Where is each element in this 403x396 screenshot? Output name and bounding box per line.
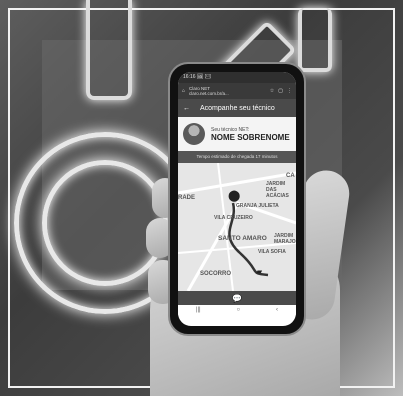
browser-url-bar[interactable]: ⌂ Claro NET claro.net.com.br/a... ☆ ▢ ⋮ [178,83,296,99]
android-nav-bar: ||| ○ ‹ [178,305,296,315]
photo-scene: 16:16 🖼 ✉ ⌂ Claro NET claro.net.com.br/a… [0,0,403,396]
status-bar: 16:16 🖼 ✉ [178,72,296,83]
tabs-icon[interactable]: ▢ [278,88,283,94]
star-icon[interactable]: ☆ [270,88,274,94]
map-label-jardim-marajoara: JARDIM MARAJOARA [274,233,296,245]
home-icon[interactable]: ⌂ [182,88,185,94]
map-label-jardim-acacias: JARDIM DAS ACÁCIAS [266,181,289,199]
technician-avatar [183,123,205,145]
phone-screen: 16:16 🖼 ✉ ⌂ Claro NET claro.net.com.br/a… [178,72,296,326]
technician-name: NOME SOBRENOME [211,132,290,142]
home-button-icon[interactable]: ○ [237,307,241,313]
technician-van-icon: ▰ [256,267,263,276]
app-title: Acompanhe seu técnico [200,104,275,112]
map-label-granja-julieta: GRANJA JULIETA [236,203,279,209]
url-text[interactable]: Claro NET claro.net.com.br/a... [189,86,266,96]
menu-icon[interactable]: ⋮ [287,88,292,94]
app-header: ← Acompanhe seu técnico [178,99,296,117]
map-label-vila-sofia: VILA SOFIA [258,249,286,255]
smartphone: 16:16 🖼 ✉ ⌂ Claro NET claro.net.com.br/a… [168,62,306,336]
map-label-socorro: SOCORRO [200,271,232,277]
browser-url: claro.net.com.br/a... [189,91,229,96]
location-pin-icon: ⬤ [228,190,241,202]
neon-bar-left [86,0,132,100]
chat-icon[interactable]: 💬 [232,294,242,303]
map-label-ca: CA [286,173,295,179]
chat-bar[interactable]: 💬 [178,291,296,305]
back-button-icon[interactable]: ‹ [276,307,278,313]
recent-apps-icon[interactable]: ||| [196,307,201,313]
eta-banner: Tempo estimado de chegada 17 minutos [178,151,296,163]
neon-bar-right [298,8,332,72]
technician-card: Seu técnico NET: NOME SOBRENOME [178,117,296,151]
map-label-santo-amaro: SANTO AMARO [218,235,267,242]
map-view[interactable]: JARDIM DAS ACÁCIAS GRANJA JULIETA VILA C… [178,163,296,291]
status-time: 16:16 🖼 ✉ [183,74,211,80]
back-arrow-icon[interactable]: ← [183,105,190,112]
map-label-rade: RADE [178,195,196,201]
map-label-vila-cruzeiro: VILA CRUZEIRO [214,215,253,221]
